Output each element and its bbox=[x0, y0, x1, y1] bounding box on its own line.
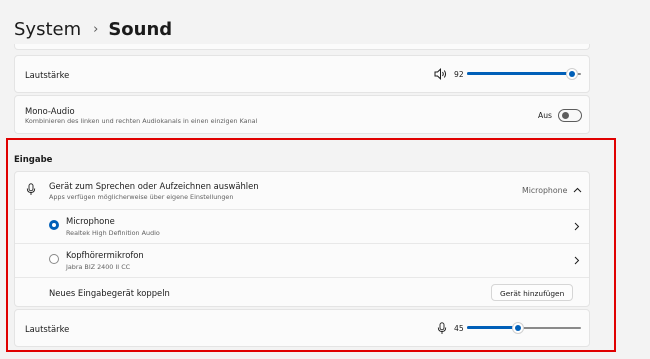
device-name: Microphone bbox=[66, 216, 115, 226]
chevron-up-icon[interactable] bbox=[573, 187, 582, 193]
input-volume-label: Lautstärke bbox=[25, 324, 70, 334]
mono-audio-subtitle: Kombinieren des linken und rechten Audio… bbox=[25, 117, 258, 125]
input-volume-slider[interactable] bbox=[467, 321, 581, 335]
device-detail: Jabra BIZ 2400 II CC bbox=[66, 263, 131, 271]
device-detail: Realtek High Definition Audio bbox=[66, 229, 160, 237]
output-volume-value: 92 bbox=[454, 70, 464, 79]
previous-card-edge bbox=[14, 44, 590, 50]
chevron-right-icon[interactable] bbox=[574, 222, 580, 231]
radio-microphone[interactable] bbox=[49, 220, 59, 230]
pair-input-device-label: Neues Eingabegerät koppeln bbox=[49, 288, 170, 298]
divider bbox=[15, 277, 589, 278]
breadcrumb-system[interactable]: System bbox=[14, 19, 81, 40]
add-device-button[interactable]: Gerät hinzufügen bbox=[491, 284, 574, 301]
input-device-row-microphone[interactable]: Microphone Realtek High Definition Audio bbox=[15, 210, 589, 243]
mono-audio-toggle[interactable] bbox=[558, 109, 582, 122]
input-volume-card: Lautstärke 45 bbox=[14, 309, 590, 347]
microphone-icon bbox=[26, 183, 36, 195]
input-device-picker-subtitle: Apps verfügen möglicherweise über eigene… bbox=[49, 193, 234, 201]
slider-fill bbox=[467, 326, 519, 329]
page-title: Sound bbox=[108, 18, 173, 40]
device-name: Kopfhörermikrofon bbox=[66, 250, 144, 260]
mono-audio-title: Mono-Audio bbox=[25, 106, 75, 116]
input-device-picker-title: Gerät zum Sprechen oder Aufzeichnen ausw… bbox=[49, 181, 259, 191]
slider-fill bbox=[467, 72, 572, 75]
speaker-icon[interactable] bbox=[434, 68, 448, 80]
input-device-row-headset[interactable]: Kopfhörermikrofon Jabra BIZ 2400 II CC bbox=[15, 244, 589, 277]
radio-kopfhoerermikrofon[interactable] bbox=[49, 254, 59, 264]
output-volume-slider[interactable] bbox=[467, 67, 581, 81]
toggle-knob bbox=[562, 112, 569, 119]
output-volume-label: Lautstärke bbox=[25, 70, 70, 80]
input-device-picker[interactable]: Gerät zum Sprechen oder Aufzeichnen ausw… bbox=[15, 172, 589, 208]
slider-thumb[interactable] bbox=[566, 69, 577, 79]
chevron-right-icon[interactable] bbox=[574, 256, 580, 265]
input-volume-value: 45 bbox=[454, 324, 464, 333]
input-section-title: Eingabe bbox=[14, 155, 53, 165]
microphone-icon[interactable] bbox=[437, 322, 447, 335]
breadcrumb-separator: › bbox=[93, 21, 99, 37]
mono-audio-card: Mono-Audio Kombinieren des linken und re… bbox=[14, 95, 590, 134]
breadcrumb: System › Sound bbox=[14, 15, 172, 43]
selected-input-device: Microphone bbox=[522, 186, 568, 195]
output-volume-card: Lautstärke 92 bbox=[14, 55, 590, 93]
slider-thumb[interactable] bbox=[513, 323, 524, 333]
input-device-card: Gerät zum Sprechen oder Aufzeichnen ausw… bbox=[14, 171, 590, 307]
mono-audio-state: Aus bbox=[538, 111, 552, 120]
